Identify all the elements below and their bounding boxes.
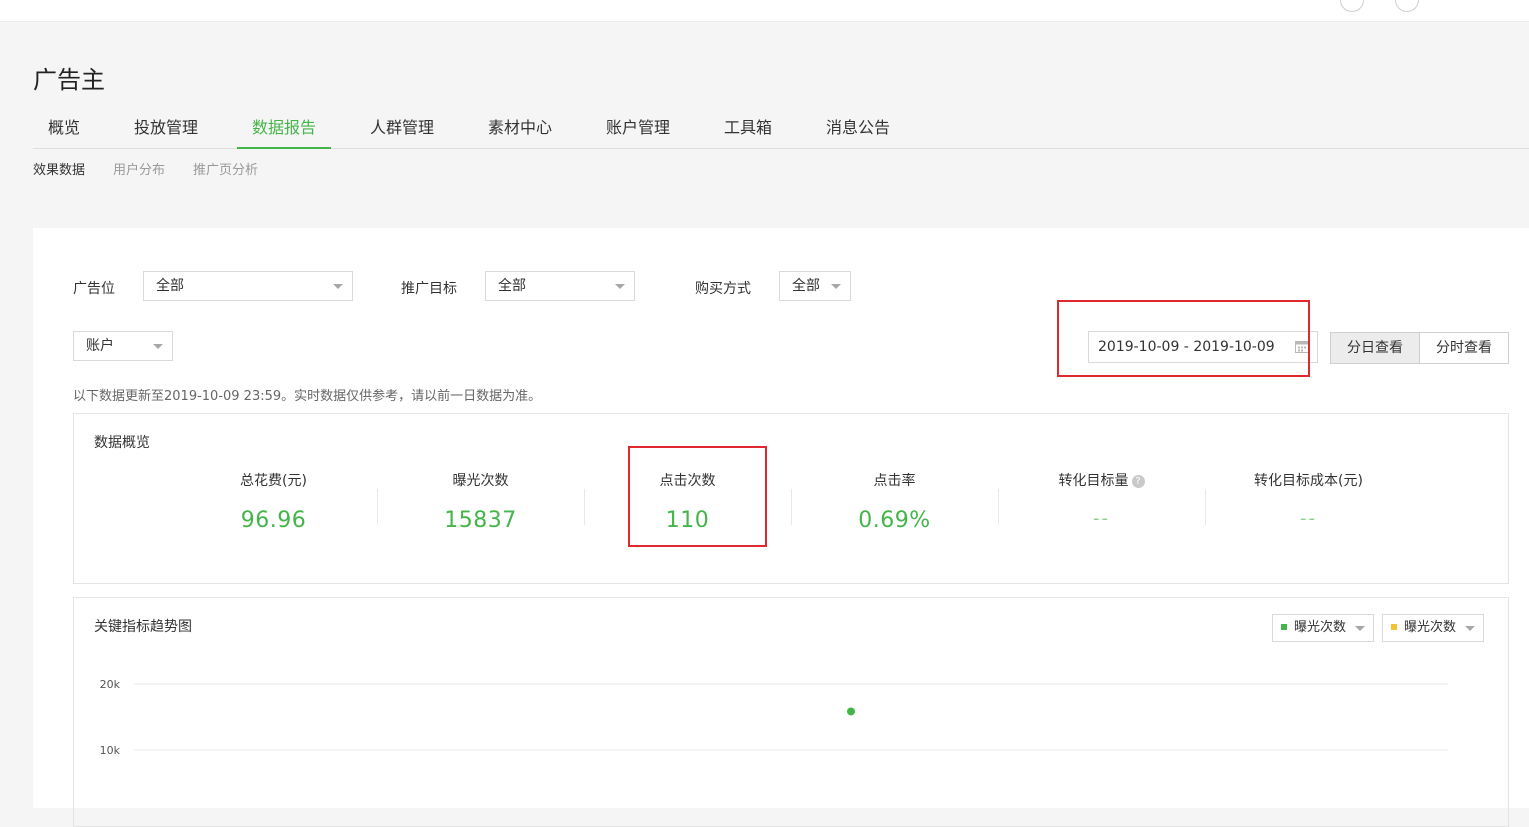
- calendar-icon: [1295, 341, 1309, 353]
- metric-total-cost: 总花费(元) 96.96: [170, 469, 377, 533]
- metric-value: 96.96: [240, 508, 307, 533]
- tab-account-management[interactable]: 账户管理: [595, 110, 681, 147]
- chevron-down-icon: [831, 284, 841, 289]
- metric-ctr: 点击率 0.69%: [791, 469, 998, 533]
- metric-conversion-cost: 转化目标成本(元) --: [1205, 469, 1412, 529]
- chevron-down-icon: [153, 344, 163, 349]
- page-title: 广告主: [33, 66, 105, 94]
- ad-position-value: 全部: [156, 278, 184, 294]
- data-update-notice: 以下数据更新至2019-10-09 23:59。实时数据仅供参考，请以前一日数据…: [73, 389, 542, 404]
- trend-chart-card: 关键指标趋势图 曝光次数 曝光次数 20k 10k: [73, 597, 1509, 827]
- metric-conversions: 转化目标量? --: [998, 469, 1205, 529]
- report-panel: 广告位 全部 推广目标 全部 购买方式 全部 账户 2019-10-09 - 2…: [33, 228, 1529, 827]
- metric-label: 曝光次数: [452, 473, 509, 489]
- data-point[interactable]: [847, 707, 855, 716]
- purchase-method-value: 全部: [792, 278, 820, 294]
- metric-value: --: [1300, 508, 1317, 529]
- tab-campaign-management[interactable]: 投放管理: [123, 110, 209, 147]
- hourly-view-button[interactable]: 分时查看: [1420, 333, 1508, 363]
- tab-asset-center[interactable]: 素材中心: [477, 110, 563, 147]
- notification-icon[interactable]: [1395, 0, 1419, 12]
- tab-announcements[interactable]: 消息公告: [815, 110, 901, 147]
- dimension-value: 账户: [86, 338, 114, 354]
- metric-clicks: 点击次数 110: [584, 469, 791, 533]
- metric-label: 点击率: [873, 473, 916, 489]
- subtab-landing-page-analysis[interactable]: 推广页分析: [193, 159, 258, 178]
- metric-impressions: 曝光次数 15837: [377, 469, 584, 533]
- tab-overview[interactable]: 概览: [33, 110, 95, 147]
- promo-goal-value: 全部: [498, 278, 526, 294]
- tab-toolbox[interactable]: 工具箱: [713, 110, 783, 147]
- metric-label: 总花费(元): [240, 473, 307, 489]
- metric-value: 15837: [444, 508, 517, 533]
- subtab-performance-data[interactable]: 效果数据: [33, 159, 85, 178]
- tab-data-report[interactable]: 数据报告: [237, 110, 331, 149]
- ad-position-label: 广告位: [73, 281, 115, 297]
- user-avatar-icon[interactable]: [1340, 0, 1364, 12]
- chevron-down-icon: [333, 284, 343, 289]
- data-overview-card: 数据概览 总花费(元) 96.96 曝光次数 15837 点击次数 110 点击…: [73, 413, 1509, 584]
- tab-audience-management[interactable]: 人群管理: [359, 110, 445, 147]
- ad-position-select[interactable]: 全部: [143, 271, 353, 301]
- chevron-down-icon: [615, 284, 625, 289]
- dimension-select[interactable]: 账户: [73, 331, 173, 361]
- purchase-method-label: 购买方式: [695, 281, 751, 297]
- date-range-picker[interactable]: 2019-10-09 - 2019-10-09: [1088, 331, 1318, 363]
- metric-value: 0.69%: [858, 508, 931, 533]
- trend-chart: 20k 10k: [100, 678, 1448, 757]
- daily-view-button[interactable]: 分日查看: [1331, 333, 1420, 363]
- date-range-value: 2019-10-09 - 2019-10-09: [1098, 339, 1275, 355]
- metric-value: --: [1093, 508, 1110, 529]
- purchase-method-select[interactable]: 全部: [779, 271, 851, 301]
- y-tick-label: 20k: [100, 678, 121, 691]
- promo-goal-label: 推广目标: [401, 281, 457, 297]
- metric-value: 110: [665, 508, 710, 533]
- metric-label-row: 转化目标量?: [998, 469, 1205, 493]
- metric-label: 转化目标成本(元): [1254, 473, 1363, 489]
- help-icon[interactable]: ?: [1131, 475, 1145, 488]
- metric-label: 转化目标量: [1058, 473, 1129, 489]
- overview-title: 数据概览: [94, 435, 150, 451]
- subtab-user-distribution[interactable]: 用户分布: [113, 159, 165, 178]
- promo-goal-select[interactable]: 全部: [485, 271, 635, 301]
- y-tick-label: 10k: [100, 744, 121, 757]
- metric-label: 点击次数: [659, 473, 716, 489]
- top-bar: [0, 0, 1529, 22]
- view-mode-toggle: 分日查看 分时查看: [1330, 332, 1509, 364]
- main-tabs: 概览 投放管理 数据报告 人群管理 素材中心 账户管理 工具箱 消息公告: [33, 110, 1529, 149]
